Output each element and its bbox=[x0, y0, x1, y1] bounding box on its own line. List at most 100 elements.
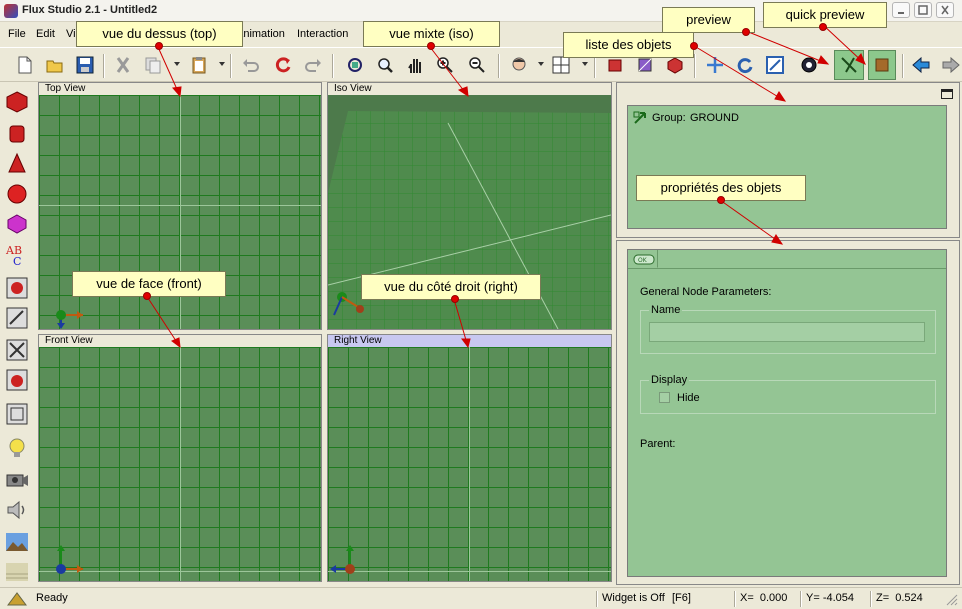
zoom-out-button[interactable] bbox=[464, 52, 490, 78]
right-viewport[interactable]: Right View bbox=[327, 334, 612, 582]
paste-button[interactable] bbox=[186, 52, 212, 78]
front-view-title: Front View bbox=[39, 335, 321, 347]
name-input[interactable] bbox=[649, 322, 925, 342]
new-file-button[interactable] bbox=[12, 52, 38, 78]
sphere-icon bbox=[7, 184, 27, 204]
flux-studio-window: Flux Studio 2.1 - Untitled2 File Edit Vi… bbox=[0, 0, 962, 609]
copy-icon bbox=[145, 57, 161, 74]
zoom-out-icon bbox=[469, 57, 485, 73]
add-text-button[interactable]: AB C bbox=[5, 242, 29, 268]
add-switch-button[interactable] bbox=[5, 338, 29, 362]
geometry-toolbar: AB C bbox=[0, 84, 35, 587]
back-button[interactable] bbox=[908, 52, 934, 78]
right-view-title: Right View bbox=[328, 335, 611, 347]
callout-preview-text: preview bbox=[686, 12, 731, 27]
add-billboard-button[interactable] bbox=[5, 368, 29, 392]
zoom-in-button[interactable] bbox=[432, 52, 458, 78]
move-button[interactable] bbox=[702, 52, 728, 78]
rotate-button[interactable] bbox=[732, 52, 758, 78]
open-folder-icon bbox=[46, 60, 63, 73]
callout-pin bbox=[742, 28, 750, 36]
add-group-button[interactable] bbox=[5, 276, 29, 300]
add-sound-button[interactable] bbox=[5, 498, 29, 522]
callout-front-view: vue de face (front) bbox=[72, 271, 226, 300]
parent-label: Parent: bbox=[640, 438, 676, 450]
menu-file[interactable]: File bbox=[8, 28, 26, 40]
magnifier-icon bbox=[378, 58, 393, 73]
object-list-panel[interactable]: Group: GROUND bbox=[627, 105, 947, 229]
preview-button[interactable] bbox=[834, 50, 864, 80]
redo-icon bbox=[305, 59, 321, 72]
add-box-button[interactable] bbox=[5, 90, 29, 114]
camera-icon bbox=[6, 474, 28, 487]
arrow-right-icon bbox=[942, 56, 960, 74]
status-tool-icon bbox=[7, 592, 27, 606]
cut-button[interactable] bbox=[110, 52, 136, 78]
callout-pin bbox=[717, 196, 725, 204]
redo-button[interactable] bbox=[300, 52, 326, 78]
lod-icon bbox=[6, 403, 28, 425]
save-file-button[interactable] bbox=[72, 52, 98, 78]
callout-quick-preview: quick preview bbox=[763, 2, 887, 31]
callout-right-view: vue du côté droit (right) bbox=[361, 274, 541, 303]
maximize-icon bbox=[918, 5, 928, 15]
name-label: Name bbox=[649, 304, 683, 316]
center-button[interactable] bbox=[796, 52, 822, 78]
add-extrusion-button[interactable] bbox=[5, 212, 29, 236]
menu-animation[interactable]: Animation bbox=[236, 28, 285, 40]
orbit-camera-button[interactable] bbox=[342, 52, 368, 78]
add-light-button[interactable] bbox=[5, 436, 29, 460]
svg-text:OK: OK bbox=[638, 257, 648, 264]
hide-label: Hide bbox=[677, 392, 700, 404]
add-transform-button[interactable] bbox=[5, 306, 29, 330]
resize-grip-icon[interactable] bbox=[946, 594, 958, 606]
maximize-panel-icon[interactable] bbox=[941, 89, 953, 99]
menu-edit[interactable]: Edit bbox=[36, 28, 55, 40]
pan-button[interactable] bbox=[402, 52, 428, 78]
add-lod-button[interactable] bbox=[5, 402, 29, 426]
display-group: Display Hide bbox=[640, 374, 936, 414]
front-viewport[interactable]: Front View bbox=[38, 334, 322, 582]
extrusion-icon bbox=[7, 214, 27, 234]
avatar-view-button[interactable] bbox=[506, 52, 532, 78]
text-abc-icon: ABC bbox=[5, 244, 22, 268]
quick-preview-button[interactable] bbox=[868, 50, 896, 80]
callout-iso-view: vue mixte (iso) bbox=[363, 21, 500, 50]
add-cylinder-button[interactable] bbox=[5, 122, 29, 146]
refresh-icon bbox=[275, 57, 291, 73]
maximize-button[interactable] bbox=[914, 2, 932, 18]
add-background-button[interactable] bbox=[5, 530, 29, 554]
status-widget-key: [F6] bbox=[672, 592, 691, 604]
menu-view[interactable]: Vi bbox=[66, 28, 76, 40]
close-button[interactable] bbox=[936, 2, 954, 18]
main-toolbar bbox=[0, 47, 962, 82]
add-viewpoint-button[interactable] bbox=[5, 468, 29, 492]
refresh-button[interactable] bbox=[270, 52, 296, 78]
add-cone-button[interactable] bbox=[5, 152, 29, 176]
scale-button[interactable] bbox=[762, 52, 788, 78]
forward-button[interactable] bbox=[938, 52, 962, 78]
right-view-grid[interactable] bbox=[328, 347, 611, 581]
minimize-button[interactable] bbox=[892, 2, 910, 18]
front-view-grid[interactable] bbox=[39, 347, 321, 581]
copy-button[interactable] bbox=[140, 52, 166, 78]
zoom-region-button[interactable] bbox=[372, 52, 398, 78]
scale-icon bbox=[766, 56, 784, 74]
display-label: Display bbox=[649, 374, 690, 386]
menu-interaction[interactable]: Interaction bbox=[297, 28, 348, 40]
cube-icon bbox=[667, 57, 683, 74]
group-name: GROUND bbox=[690, 112, 739, 124]
rotate-icon bbox=[737, 58, 753, 74]
add-sphere-button[interactable] bbox=[5, 182, 29, 206]
add-fog-button[interactable] bbox=[5, 560, 29, 584]
arrow-left-icon bbox=[912, 56, 930, 74]
callout-object-properties-text: propriétés des objets bbox=[660, 180, 782, 195]
callout-top-view: vue du dessus (top) bbox=[76, 21, 243, 50]
quick-preview-icon bbox=[875, 58, 889, 72]
layout-grid-icon bbox=[552, 56, 570, 74]
status-widget: Widget is Off bbox=[602, 592, 665, 604]
hide-checkbox[interactable] bbox=[659, 392, 670, 403]
undo-button[interactable] bbox=[238, 52, 264, 78]
open-file-button[interactable] bbox=[42, 52, 68, 78]
properties-tab[interactable]: OK bbox=[630, 250, 658, 268]
